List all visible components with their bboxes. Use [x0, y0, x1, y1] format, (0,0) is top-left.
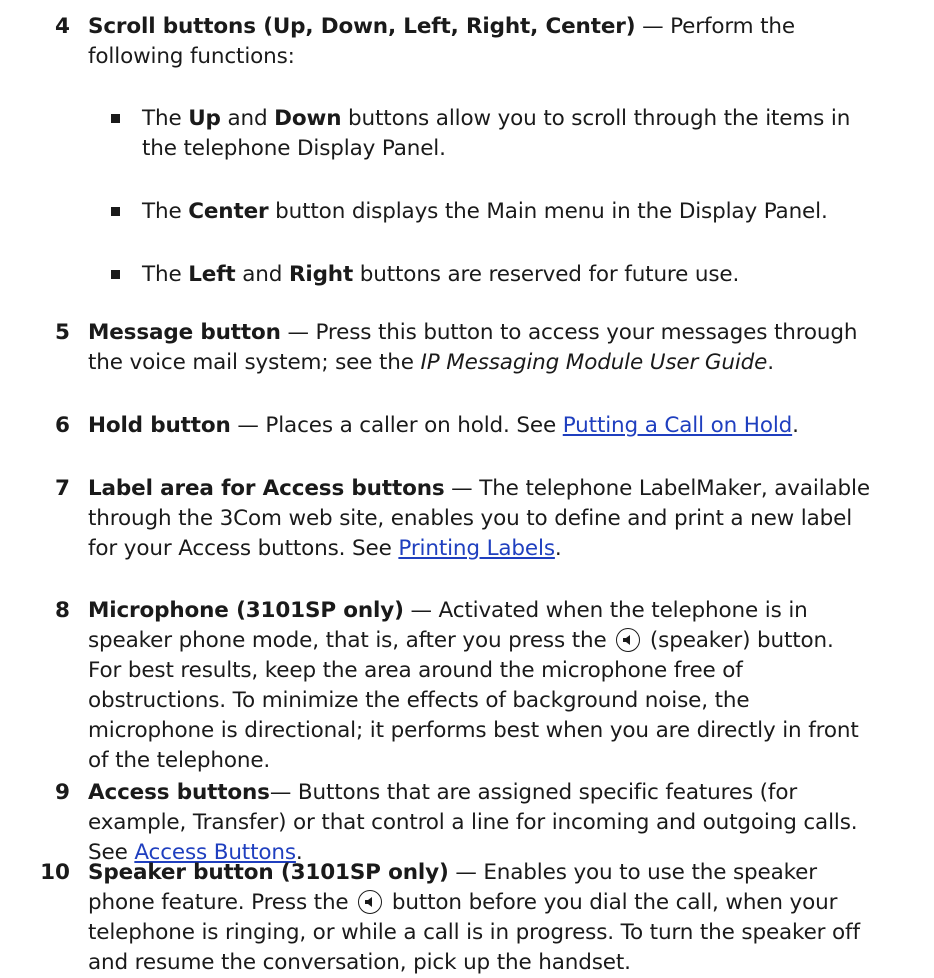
bullet-text: button displays the Main menu in the Dis… [268, 199, 828, 224]
keyword: Center [188, 199, 269, 224]
keyword: Right [288, 262, 354, 287]
printing-labels-link[interactable]: Printing Labels [398, 536, 555, 561]
item-term: Scroll buttons (Up, Down, Left, Right, C… [88, 14, 636, 39]
speaker-icon [616, 628, 641, 652]
item-text: for your Access buttons. See [88, 536, 399, 561]
item-text: — Activated when the telephone is in [403, 598, 808, 623]
bullet-text: The [142, 106, 189, 131]
item-text: speaker phone mode, that is, after you p… [88, 628, 614, 653]
speaker-icon [358, 890, 383, 914]
item-text: following functions: [88, 44, 295, 69]
item-text: and resume the conversation, pick up the… [88, 950, 631, 975]
item-body: Message button — Press this button to ac… [88, 318, 918, 378]
item-text: — Buttons that are assigned specific fea… [269, 780, 798, 805]
item-text: telephone is ringing, or while a call is… [88, 920, 860, 945]
bullet-text: The [142, 199, 189, 224]
bullet-text: and [235, 262, 289, 287]
bullet-text: buttons allow you to scroll through the … [341, 106, 851, 131]
item-text: example, Transfer) or that control a lin… [88, 810, 858, 835]
item-text: obstructions. To minimize the effects of… [88, 688, 750, 713]
item-number: 7 [55, 476, 70, 501]
item-term: Message button [88, 320, 281, 345]
item-number: 9 [55, 780, 70, 805]
bullet-icon [111, 114, 120, 123]
item-text: . [767, 350, 774, 375]
document-page: 4 Scroll buttons (Up, Down, Left, Right,… [0, 0, 934, 975]
item-text: (speaker) button. [643, 628, 834, 653]
item-text: through the 3Com web site, enables you t… [88, 506, 853, 531]
item-number: 10 [40, 860, 70, 885]
item-text: — The telephone LabelMaker, available [444, 476, 870, 501]
item-text: button before you dial the call, when yo… [385, 890, 838, 915]
bullet-text: The [142, 262, 189, 287]
item-text: — Press this button to access your messa… [280, 320, 858, 345]
item-text: — Places a caller on hold. See [230, 413, 563, 438]
item-body: Hold button — Places a caller on hold. S… [88, 411, 918, 441]
keyword: Up [188, 106, 221, 131]
item-text: of the telephone. [88, 748, 271, 773]
bullet-text: the telephone Display Panel. [142, 136, 446, 161]
putting-call-on-hold-link[interactable]: Putting a Call on Hold [563, 413, 793, 438]
item-term: Speaker button (3101SP only) [88, 860, 449, 885]
item-term: Microphone (3101SP only) [88, 598, 404, 623]
item-text: — Perform the [635, 14, 795, 39]
item-text: . [792, 413, 799, 438]
bullet-text: buttons are reserved for future use. [353, 262, 740, 287]
item-number: 6 [55, 413, 70, 438]
bullet-icon [111, 207, 120, 216]
keyword: Left [188, 262, 236, 287]
item-body: Scroll buttons (Up, Down, Left, Right, C… [88, 12, 918, 72]
item-number: 5 [55, 320, 70, 345]
item-body: Microphone (3101SP only) — Activated whe… [88, 596, 918, 776]
item-text: . [554, 536, 562, 561]
keyword: Down [274, 106, 342, 131]
bullet-icon [111, 270, 120, 279]
item-text: microphone is directional; it performs b… [88, 718, 859, 743]
item-term: Hold button [88, 413, 231, 438]
item-number: 8 [55, 598, 70, 623]
bullet-text: and [220, 106, 275, 131]
item-body: Speaker button (3101SP only) — Enables y… [88, 858, 918, 978]
item-body: Label area for Access buttons — The tele… [88, 474, 918, 564]
item-term: Label area for Access buttons [88, 476, 445, 501]
item-text: — Enables you to use the speaker [448, 860, 817, 885]
item-number: 4 [55, 14, 70, 39]
item-text: For best results, keep the area around t… [88, 658, 743, 683]
item-text: the voice mail system; see the [88, 350, 421, 375]
item-text: phone feature. Press the [88, 890, 356, 915]
item-term: Access buttons [88, 780, 270, 805]
item-body: Access buttons— Buttons that are assigne… [88, 778, 918, 868]
guide-title: IP Messaging Module User Guide [420, 350, 768, 375]
